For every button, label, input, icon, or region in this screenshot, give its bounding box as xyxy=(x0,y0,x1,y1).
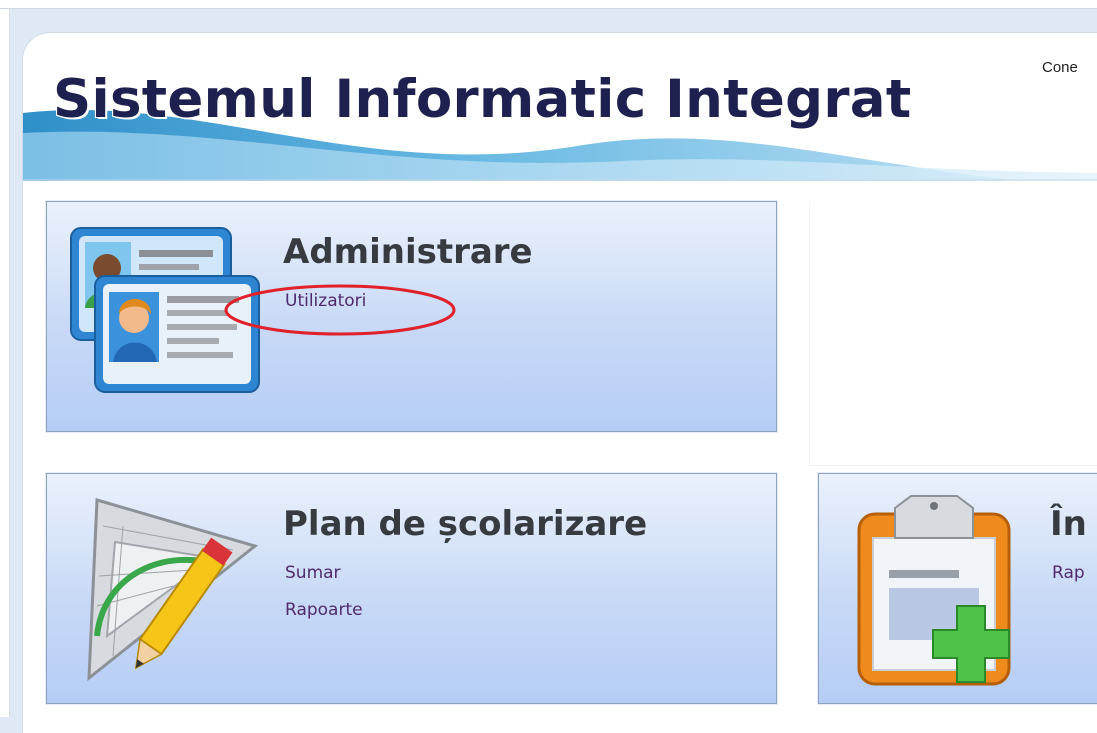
tile-plan-scolarizare[interactable]: Plan de școlarizare Sumar Rapoarte xyxy=(46,473,777,704)
app-title: Sistemul Informatic Integrat xyxy=(53,69,912,130)
link-utilizatori[interactable]: Utilizatori xyxy=(285,291,366,311)
link-rapoarte[interactable]: Rapoarte xyxy=(285,600,363,620)
set-square-pencil-icon xyxy=(87,498,259,682)
clipboard-add-icon xyxy=(857,495,1011,686)
user-cards-icon xyxy=(70,227,260,393)
browser-left-edge xyxy=(0,9,10,717)
tile-title: În xyxy=(1050,504,1087,544)
link-rapoarte-2[interactable]: Rap xyxy=(1052,563,1085,583)
tile-title: Administrare xyxy=(283,232,533,272)
link-sumar[interactable]: Sumar xyxy=(285,563,341,583)
tile-administrare[interactable]: Administrare Utilizatori xyxy=(46,201,777,432)
browser-top-edge xyxy=(0,0,1097,9)
tile-title: Plan de școlarizare xyxy=(283,504,648,544)
connection-label[interactable]: Cone xyxy=(1042,59,1078,76)
empty-panel xyxy=(809,203,1097,466)
tile-inscriere[interactable]: În Rap xyxy=(818,473,1097,704)
header-banner: Sistemul Informatic Integrat Cone xyxy=(23,33,1097,181)
